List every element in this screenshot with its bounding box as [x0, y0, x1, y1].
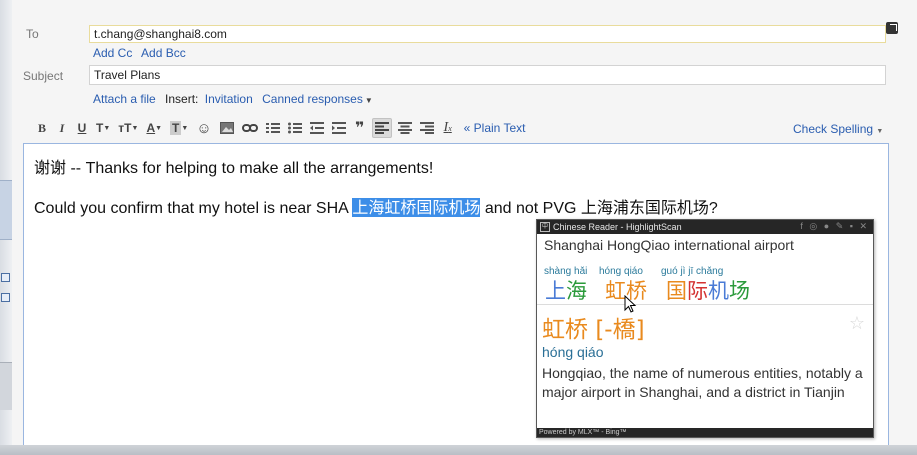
hanzi-char: 虹 [605, 279, 626, 303]
cc-bcc-links: Add Cc Add Bcc [93, 46, 192, 60]
hanzi-char: 际 [687, 279, 708, 303]
subject-input[interactable]: Travel Plans [89, 65, 886, 85]
chinese-reader-logo-icon: 中 [540, 222, 550, 232]
image-icon[interactable] [218, 118, 236, 138]
remove-formatting-icon[interactable]: Ix [440, 118, 456, 138]
numbered-list-icon[interactable] [264, 118, 282, 138]
entry-headword: 虹桥 [-橋] [542, 310, 645, 344]
chevron-down-icon: ▼ [103, 124, 111, 132]
entry-definition: Hongqiao, the name of numerous entities,… [542, 365, 863, 400]
body-line-2: Could you confirm that my hotel is near … [34, 194, 718, 218]
popup-controls[interactable]: f ◎ ● ✎ ▪ ✕ [800, 221, 869, 232]
canned-responses-menu[interactable]: Canned responses ▼ [262, 92, 379, 106]
add-bcc-link[interactable]: Add Bcc [141, 46, 186, 60]
background-window-panel [0, 180, 12, 302]
font-label: T [96, 121, 104, 135]
subject-label: Subject [23, 69, 64, 83]
background-window-panel [0, 362, 12, 410]
bullet-list-icon[interactable] [286, 118, 304, 138]
background-window-edge [0, 0, 12, 455]
highlight-color-button[interactable]: T ▼ [168, 118, 190, 138]
link-icon[interactable] [240, 118, 260, 138]
highlight-color-label: T [170, 121, 182, 135]
chevron-down-icon: ▼ [876, 128, 884, 135]
hanzi-char: 上 [545, 279, 566, 303]
popup-title: Chinese Reader - HighlightScan [553, 222, 682, 232]
popup-translation: Shanghai HongQiao international airport [544, 237, 794, 253]
text-color-label: A [146, 121, 156, 135]
attach-insert-row: Attach a file Insert: Invitation Canned … [93, 92, 385, 106]
entry-traditional: [-橋] [595, 317, 645, 343]
font-button[interactable]: T ▼ [94, 118, 112, 138]
to-label: To [26, 27, 39, 41]
align-right-icon[interactable] [418, 118, 436, 138]
text-color-button[interactable]: A ▼ [144, 118, 164, 138]
chinese-reader-popup: 中 Chinese Reader - HighlightScan f ◎ ● ✎… [536, 219, 874, 438]
to-input[interactable]: t.chang@shanghai8.com [89, 25, 886, 43]
mouse-cursor-icon [624, 295, 637, 313]
chevron-down-icon: ▼ [364, 96, 373, 105]
plain-text-link[interactable]: « Plain Text [462, 118, 528, 138]
insert-invitation-link[interactable]: Invitation [205, 92, 253, 106]
emoji-icon[interactable]: ☺ [194, 118, 213, 138]
attach-file-link[interactable]: Attach a file [93, 92, 156, 106]
align-center-icon[interactable] [396, 118, 414, 138]
chevron-down-icon: ▼ [131, 124, 139, 132]
hanzi-char: 海 [566, 279, 587, 303]
background-item-icon [1, 293, 10, 302]
word-chars-shanghai[interactable]: 上海 [545, 275, 587, 305]
chevron-down-icon: ▼ [181, 124, 189, 132]
window-bottom-edge [0, 445, 917, 455]
word-chars-guojijichang[interactable]: 国际机场 [666, 275, 750, 305]
add-cc-link[interactable]: Add Cc [93, 46, 132, 60]
check-spelling-menu[interactable]: Check Spelling ▼ [793, 122, 883, 136]
indent-more-icon[interactable] [330, 118, 348, 138]
confirm-text: Could you confirm that my hotel is near … [34, 200, 353, 217]
background-item-icon [1, 273, 10, 282]
hanzi-char: 机 [708, 279, 729, 303]
entry-pinyin: hóng qiáo [542, 344, 604, 360]
thanks-text: -- Thanks for helping to make all the ar… [66, 160, 434, 177]
selected-airport-text: 上海虹桥国际机场 [352, 198, 481, 217]
pvg-chinese-text: 上海浦东国际机场 [580, 198, 709, 217]
entry-simplified: 虹桥 [542, 317, 588, 343]
hanzi-char: 场 [729, 279, 750, 303]
popup-titlebar[interactable]: 中 Chinese Reader - HighlightScan f ◎ ● ✎… [537, 220, 873, 234]
popup-divider [537, 304, 873, 305]
star-icon[interactable]: ☆ [849, 313, 865, 334]
and-not-text: and not PVG [480, 200, 581, 217]
question-mark: ? [708, 200, 718, 217]
hanzi-char: 国 [666, 279, 687, 303]
popup-footer: Powered by MLX™ - Bing™ [537, 428, 873, 437]
bold-button[interactable]: B [34, 118, 50, 138]
popout-icon[interactable] [886, 22, 898, 34]
formatting-toolbar: B I U T ▼ тT ▼ A ▼ T ▼ ☺ ❞ Ix « Plain Text [34, 118, 531, 138]
insert-label: Insert: [165, 92, 199, 106]
align-left-icon[interactable] [371, 118, 392, 138]
thanks-chinese: 谢谢 [34, 158, 67, 177]
font-size-label: тT [118, 121, 132, 135]
quote-icon[interactable]: ❞ [352, 118, 368, 138]
underline-button[interactable]: U [74, 118, 90, 138]
italic-button[interactable]: I [54, 118, 70, 138]
indent-less-icon[interactable] [308, 118, 326, 138]
canned-responses-label: Canned responses [262, 92, 363, 106]
check-spelling-label: Check Spelling [793, 122, 874, 136]
font-size-button[interactable]: тT ▼ [116, 118, 140, 138]
chevron-down-icon: ▼ [155, 124, 163, 132]
body-line-1: 谢谢 -- Thanks for helping to make all the… [34, 154, 433, 178]
